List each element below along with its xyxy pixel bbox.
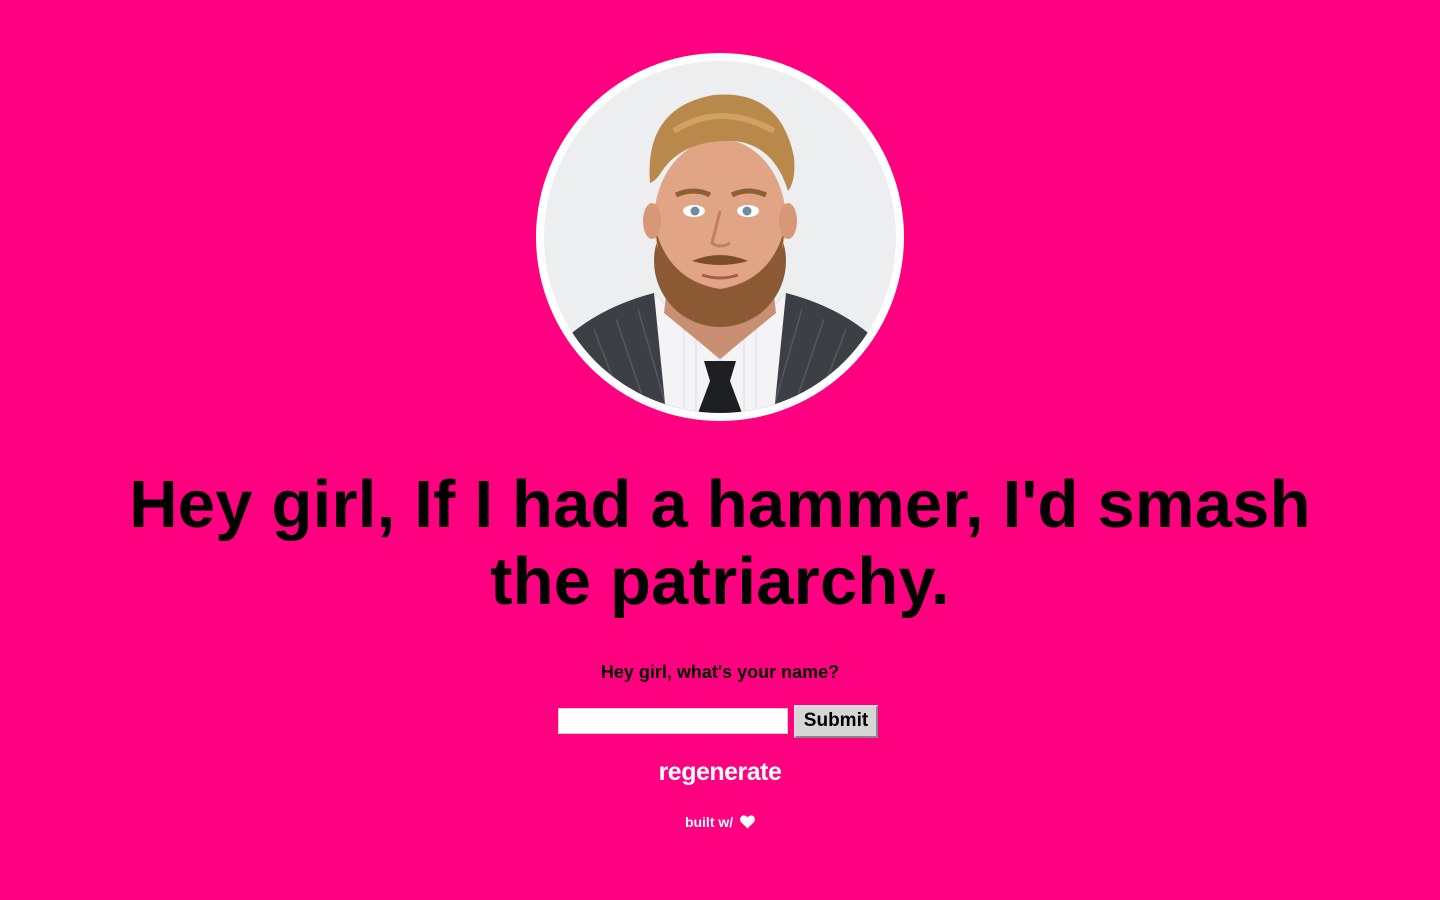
heart-icon bbox=[740, 815, 755, 829]
footer: built w/ bbox=[570, 812, 870, 832]
footer-text: built w/ bbox=[684, 814, 734, 830]
name-input[interactable] bbox=[558, 708, 788, 734]
regenerate-link[interactable]: regenerate bbox=[570, 756, 870, 788]
name-form: Submit bbox=[558, 704, 882, 738]
avatar bbox=[536, 53, 904, 421]
page: Hey girl, If I had a hammer, I'd smash t… bbox=[0, 0, 1440, 900]
portrait-photo bbox=[544, 61, 896, 413]
headline: Hey girl, If I had a hammer, I'd smash t… bbox=[129, 467, 1311, 619]
name-prompt: Hey girl, what's your name? bbox=[600, 662, 840, 682]
submit-button[interactable]: Submit bbox=[794, 704, 878, 738]
